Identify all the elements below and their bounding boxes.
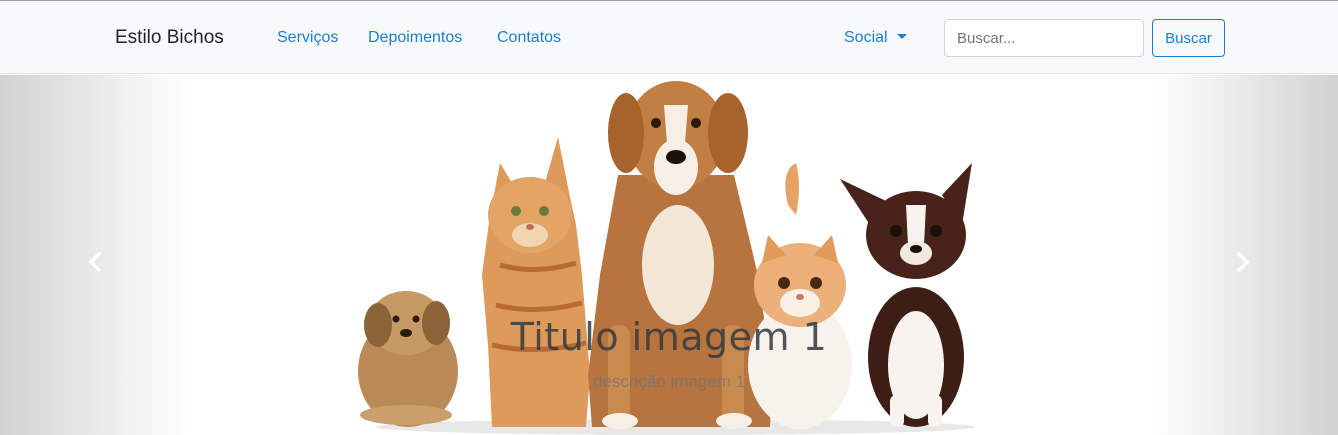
nav-link-contatos[interactable]: Contatos [497,29,561,47]
nav-link-depoimentos[interactable]: Depoimentos [368,29,462,47]
chevron-right-icon[interactable] [1230,250,1254,274]
slide-title: Titulo imagem 1 [510,315,828,359]
image-carousel: Titulo imagem 1 descrição imagem 1 [0,75,1338,435]
slide-description: descrição imagem 1 [592,372,746,391]
search-button[interactable]: Buscar [1152,19,1225,57]
brand-logo-link[interactable]: Estilo Bichos [115,27,224,49]
nav-link-servicos[interactable]: Serviços [277,29,338,47]
navbar: Estilo Bichos Serviços Depoimentos Conta… [0,1,1338,74]
search-input[interactable] [944,19,1144,57]
chevron-left-icon[interactable] [84,250,108,274]
social-dropdown-toggle[interactable]: Social [844,29,907,47]
social-dropdown-label: Social [844,29,888,46]
caret-down-icon [896,34,907,39]
